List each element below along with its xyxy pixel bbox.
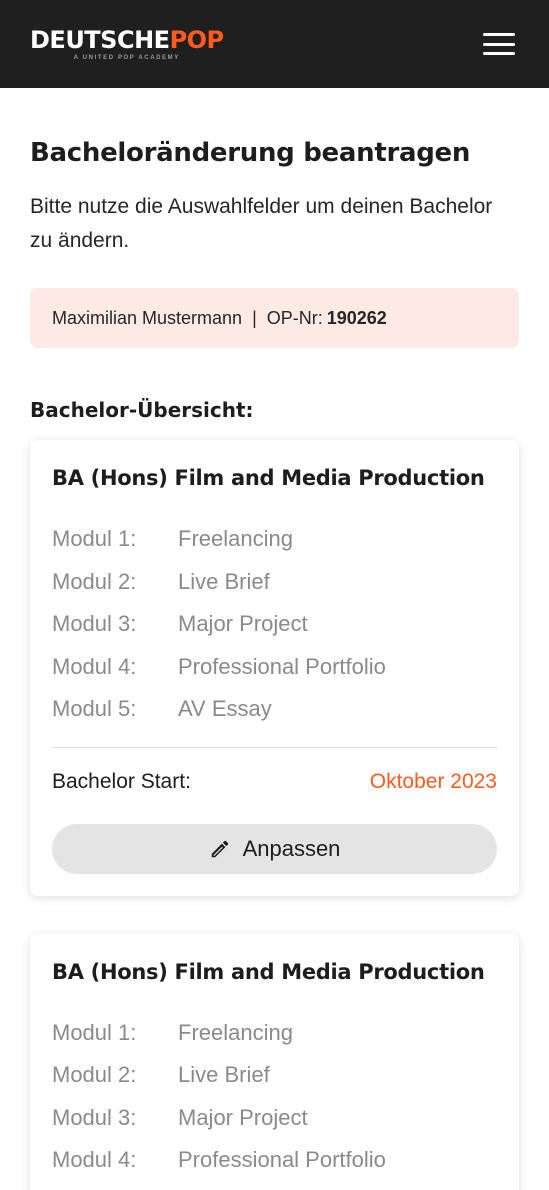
- module-row: Modul 3: Major Project: [52, 1097, 497, 1140]
- intro-text: Bitte nutze die Auswahlfelder um deinen …: [30, 195, 493, 252]
- module-list: Modul 1: Freelancing Modul 2: Live Brief…: [52, 518, 497, 731]
- site-header: DEUTSCHEPOP A UNITED POP ACADEMY: [0, 0, 549, 88]
- adjust-button-label: Anpassen: [242, 835, 341, 861]
- user-info-box: Maximilian Mustermann | OP-Nr: 190262: [30, 288, 519, 348]
- page-title: Bacheloränderung beantragen: [30, 138, 471, 168]
- module-row: Modul 5: AV Essay: [52, 688, 497, 731]
- main-content: Bacheloränderung beantragen Bitte nutze …: [0, 138, 549, 1190]
- bachelor-card: BA (Hons) Film and Media Production Modu…: [30, 440, 519, 896]
- module-value: Major Project: [178, 611, 308, 637]
- module-row: Modul 1: Freelancing: [52, 518, 497, 561]
- bachelor-start-row: Bachelor Start: Oktober 2023: [52, 770, 497, 794]
- module-label: Modul 2:: [52, 568, 137, 594]
- hamburger-menu-icon[interactable]: [483, 33, 515, 55]
- pencil-icon: [211, 840, 228, 857]
- module-label: Modul 3:: [52, 611, 137, 637]
- module-list: Modul 1: Freelancing Modul 2: Live Brief…: [52, 1012, 497, 1182]
- user-info-separator: |: [252, 307, 257, 328]
- overview-title: Bachelor-Übersicht:: [30, 398, 254, 422]
- user-name: Maximilian Mustermann: [52, 307, 243, 328]
- deutsche-pop-logo[interactable]: DEUTSCHEPOP A UNITED POP ACADEMY: [30, 27, 224, 61]
- bachelor-start-label: Bachelor Start:: [52, 769, 191, 793]
- module-value: Freelancing: [178, 526, 293, 552]
- module-label: Modul 1:: [52, 526, 137, 552]
- module-row: Modul 4: Professional Portfolio: [52, 1139, 497, 1182]
- module-value: Live Brief: [178, 1062, 270, 1088]
- module-row: Modul 2: Live Brief: [52, 1054, 497, 1097]
- module-label: Modul 1:: [52, 1019, 137, 1045]
- module-row: Modul 3: Major Project: [52, 603, 497, 646]
- bachelor-start-value: Oktober 2023: [369, 769, 497, 793]
- module-value: Professional Portfolio: [178, 653, 386, 679]
- module-row: Modul 2: Live Brief: [52, 561, 497, 604]
- module-value: Freelancing: [178, 1019, 293, 1045]
- op-number-value: 190262: [326, 307, 387, 328]
- module-label: Modul 3:: [52, 1104, 137, 1130]
- adjust-button[interactable]: Anpassen: [52, 823, 497, 874]
- logo-subtitle: A UNITED POP ACADEMY: [73, 55, 180, 61]
- module-row: Modul 1: Freelancing: [52, 1012, 497, 1055]
- logo-text-pop: POP: [169, 26, 225, 54]
- module-value: Professional Portfolio: [178, 1147, 386, 1173]
- card-divider: [52, 746, 497, 748]
- bachelor-card-title: BA (Hons) Film and Media Production: [52, 959, 485, 984]
- logo-text-deutsche: DEUTSCHE: [30, 26, 170, 54]
- bachelor-card: BA (Hons) Film and Media Production Modu…: [30, 933, 519, 1190]
- module-row: Modul 4: Professional Portfolio: [52, 646, 497, 689]
- module-label: Modul 4:: [52, 653, 137, 679]
- module-label: Modul 2:: [52, 1062, 137, 1088]
- module-label: Modul 5:: [52, 696, 137, 722]
- module-value: Live Brief: [178, 568, 270, 594]
- bachelor-card-title: BA (Hons) Film and Media Production: [52, 466, 485, 490]
- module-value: AV Essay: [178, 696, 272, 722]
- logo-wordmark: DEUTSCHEPOP: [30, 27, 224, 53]
- module-value: Major Project: [178, 1104, 308, 1130]
- op-number-label: OP-Nr:: [266, 307, 323, 328]
- module-label: Modul 4:: [52, 1147, 137, 1173]
